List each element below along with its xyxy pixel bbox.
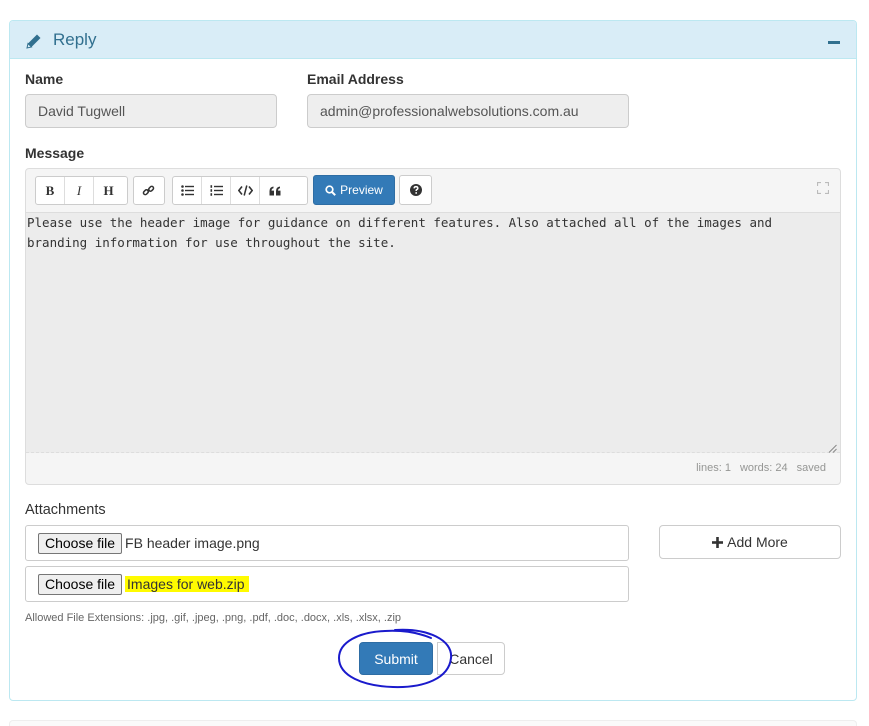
bold-button[interactable]: B (36, 177, 65, 204)
code-icon (237, 185, 253, 196)
numbered-list-button[interactable] (202, 177, 231, 204)
email-label: Email Address (307, 71, 404, 87)
panel-heading[interactable]: Reply (10, 21, 856, 59)
email-field[interactable]: admin@professionalwebsolutions.com.au (307, 94, 629, 128)
add-more-label: Add More (727, 534, 788, 550)
format-group: B I H (35, 176, 128, 205)
choose-file-button[interactable]: Choose file (38, 573, 123, 595)
allowed-extensions-note: Allowed File Extensions: .jpg, .gif, .jp… (25, 612, 402, 624)
quote-button[interactable] (260, 177, 289, 204)
add-more-button[interactable]: Add More (659, 525, 841, 559)
question-circle-icon (409, 184, 422, 196)
file-name: FB header image.png (125, 535, 260, 551)
name-field[interactable]: David Tugwell (25, 94, 277, 128)
help-button[interactable] (399, 175, 432, 205)
pencil-icon (26, 34, 41, 49)
file-input-2[interactable]: Choose file Images for web.zip (25, 566, 629, 602)
message-textarea[interactable]: Please use the header image for guidance… (26, 212, 840, 453)
message-label: Message (25, 145, 85, 161)
next-panel-edge (9, 720, 857, 726)
editor-statusbar: lines: 1 words: 24 saved (696, 462, 826, 474)
attachments-label: Attachments (25, 502, 106, 518)
bullet-list-icon (180, 185, 194, 196)
link-button[interactable] (134, 177, 163, 204)
editor-toolbar: B I H Preview (26, 169, 840, 211)
block-group (172, 176, 308, 205)
resize-grip-icon[interactable] (828, 444, 837, 453)
cancel-button[interactable]: Cancel (437, 642, 505, 675)
search-icon (325, 184, 337, 196)
fullscreen-icon[interactable] (817, 182, 829, 194)
collapse-icon[interactable] (828, 41, 840, 44)
italic-button[interactable]: I (65, 177, 94, 204)
submit-button[interactable]: Submit (359, 642, 433, 675)
heading-button[interactable]: H (94, 177, 123, 204)
quote-icon (269, 186, 280, 195)
save-status: saved (796, 462, 826, 474)
preview-button[interactable]: Preview (313, 175, 395, 205)
words-count: words: 24 (739, 462, 788, 474)
file-input-1[interactable]: Choose file FB header image.png (25, 525, 629, 561)
lines-count: lines: 1 (696, 462, 731, 474)
code-button[interactable] (231, 177, 260, 204)
file-name-highlighted: Images for web.zip (125, 576, 249, 592)
plus-icon (712, 536, 724, 548)
preview-label: Preview (340, 183, 383, 197)
link-icon (142, 185, 155, 196)
link-group (133, 176, 165, 205)
markdown-editor: B I H Preview Please use the header imag… (25, 168, 841, 485)
bullet-list-button[interactable] (173, 177, 202, 204)
name-label: Name (25, 71, 64, 87)
numbered-list-icon (210, 185, 223, 196)
choose-file-button[interactable]: Choose file (38, 532, 123, 554)
panel-title: Reply (53, 30, 97, 49)
